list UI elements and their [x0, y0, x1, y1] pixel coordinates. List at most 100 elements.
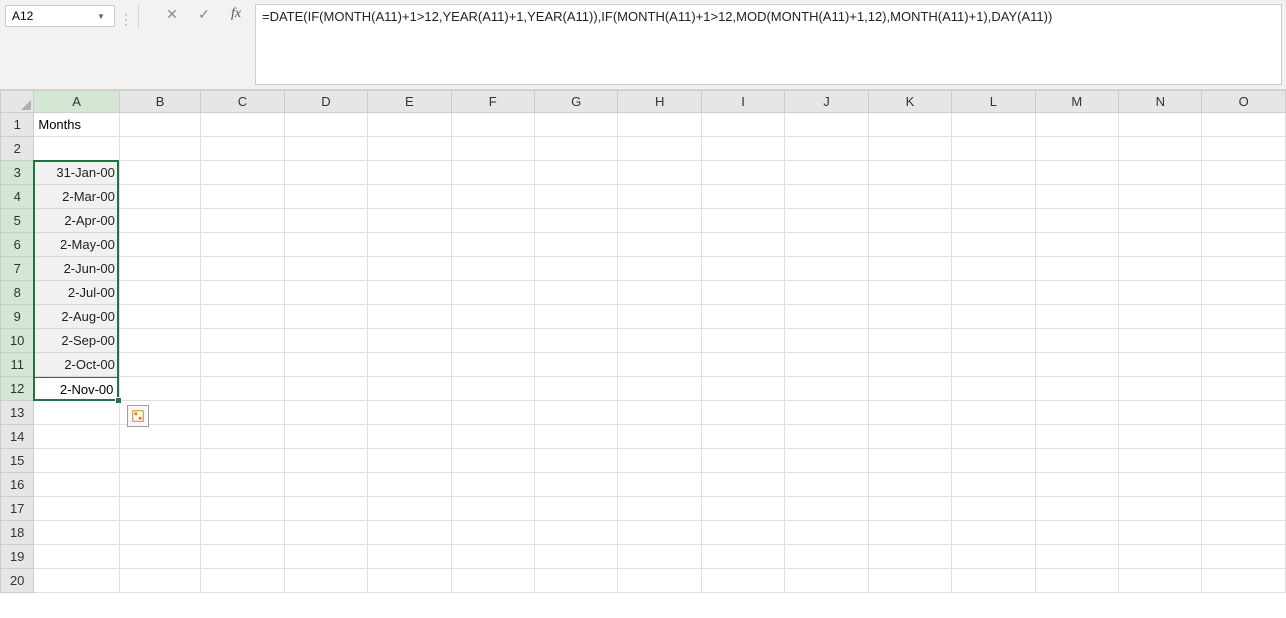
- cell-I3[interactable]: [701, 161, 784, 185]
- cell-B11[interactable]: [119, 353, 200, 377]
- cell-J5[interactable]: [785, 209, 868, 233]
- cell-K9[interactable]: [868, 305, 951, 329]
- cell-G1[interactable]: [534, 113, 617, 137]
- cell-L13[interactable]: [952, 401, 1035, 425]
- cell-O7[interactable]: [1202, 257, 1286, 281]
- cell-E12[interactable]: [368, 377, 451, 401]
- cell-D11[interactable]: [284, 353, 367, 377]
- cell-O12[interactable]: [1202, 377, 1286, 401]
- cell-L15[interactable]: [952, 449, 1035, 473]
- cell-A19[interactable]: [34, 545, 120, 569]
- cell-L17[interactable]: [952, 497, 1035, 521]
- cell-M17[interactable]: [1035, 497, 1118, 521]
- cell-J18[interactable]: [785, 521, 868, 545]
- cell-H14[interactable]: [618, 425, 701, 449]
- cell-F2[interactable]: [451, 137, 534, 161]
- cell-I20[interactable]: [701, 569, 784, 593]
- cell-E18[interactable]: [368, 521, 451, 545]
- cell-F20[interactable]: [451, 569, 534, 593]
- cell-L6[interactable]: [952, 233, 1035, 257]
- col-header-J[interactable]: J: [785, 91, 868, 113]
- cell-N2[interactable]: [1119, 137, 1202, 161]
- col-header-C[interactable]: C: [201, 91, 284, 113]
- cell-G12[interactable]: [534, 377, 617, 401]
- cell-E19[interactable]: [368, 545, 451, 569]
- col-header-G[interactable]: G: [534, 91, 617, 113]
- cell-K7[interactable]: [868, 257, 951, 281]
- cell-K2[interactable]: [868, 137, 951, 161]
- cell-C8[interactable]: [201, 281, 284, 305]
- cell-C13[interactable]: [201, 401, 284, 425]
- cell-I18[interactable]: [701, 521, 784, 545]
- row-header-11[interactable]: 11: [1, 353, 34, 377]
- cell-C20[interactable]: [201, 569, 284, 593]
- cell-N10[interactable]: [1119, 329, 1202, 353]
- row-header-17[interactable]: 17: [1, 497, 34, 521]
- row-header-1[interactable]: 1: [1, 113, 34, 137]
- cell-L4[interactable]: [952, 185, 1035, 209]
- row-header-6[interactable]: 6: [1, 233, 34, 257]
- cell-G15[interactable]: [534, 449, 617, 473]
- cell-F11[interactable]: [451, 353, 534, 377]
- cell-M12[interactable]: [1035, 377, 1118, 401]
- cell-F6[interactable]: [451, 233, 534, 257]
- cell-M3[interactable]: [1035, 161, 1118, 185]
- cell-E3[interactable]: [368, 161, 451, 185]
- cell-G14[interactable]: [534, 425, 617, 449]
- cell-A8[interactable]: 2-Jul-00: [34, 281, 120, 305]
- cell-J4[interactable]: [785, 185, 868, 209]
- cell-D4[interactable]: [284, 185, 367, 209]
- cell-F5[interactable]: [451, 209, 534, 233]
- cell-L11[interactable]: [952, 353, 1035, 377]
- cell-E17[interactable]: [368, 497, 451, 521]
- cell-K19[interactable]: [868, 545, 951, 569]
- cell-L20[interactable]: [952, 569, 1035, 593]
- cell-E15[interactable]: [368, 449, 451, 473]
- cell-K16[interactable]: [868, 473, 951, 497]
- name-box[interactable]: A12 ▼: [5, 5, 115, 27]
- cell-I12[interactable]: [701, 377, 784, 401]
- cell-H13[interactable]: [618, 401, 701, 425]
- cell-M14[interactable]: [1035, 425, 1118, 449]
- cell-D15[interactable]: [284, 449, 367, 473]
- cell-H8[interactable]: [618, 281, 701, 305]
- row-header-8[interactable]: 8: [1, 281, 34, 305]
- cell-C7[interactable]: [201, 257, 284, 281]
- cell-A13[interactable]: [34, 401, 120, 425]
- cell-D20[interactable]: [284, 569, 367, 593]
- cell-B8[interactable]: [119, 281, 200, 305]
- cell-G6[interactable]: [534, 233, 617, 257]
- cell-J9[interactable]: [785, 305, 868, 329]
- col-header-H[interactable]: H: [618, 91, 701, 113]
- cell-B7[interactable]: [119, 257, 200, 281]
- cell-A11[interactable]: 2-Oct-00: [34, 353, 120, 377]
- cell-E9[interactable]: [368, 305, 451, 329]
- cell-L19[interactable]: [952, 545, 1035, 569]
- row-header-19[interactable]: 19: [1, 545, 34, 569]
- cell-F16[interactable]: [451, 473, 534, 497]
- cell-E16[interactable]: [368, 473, 451, 497]
- row-header-3[interactable]: 3: [1, 161, 34, 185]
- cell-F7[interactable]: [451, 257, 534, 281]
- cell-G3[interactable]: [534, 161, 617, 185]
- cell-B19[interactable]: [119, 545, 200, 569]
- enter-icon[interactable]: ✓: [195, 6, 213, 23]
- cell-I13[interactable]: [701, 401, 784, 425]
- row-header-15[interactable]: 15: [1, 449, 34, 473]
- cell-A1[interactable]: Months: [34, 113, 120, 137]
- cell-K8[interactable]: [868, 281, 951, 305]
- cell-N12[interactable]: [1119, 377, 1202, 401]
- cell-J2[interactable]: [785, 137, 868, 161]
- cell-O17[interactable]: [1202, 497, 1286, 521]
- cell-A12[interactable]: 2-Nov-00: [34, 377, 120, 401]
- row-header-13[interactable]: 13: [1, 401, 34, 425]
- cell-M8[interactable]: [1035, 281, 1118, 305]
- cell-E8[interactable]: [368, 281, 451, 305]
- cell-A6[interactable]: 2-May-00: [34, 233, 120, 257]
- cell-O20[interactable]: [1202, 569, 1286, 593]
- cell-B20[interactable]: [119, 569, 200, 593]
- cell-C4[interactable]: [201, 185, 284, 209]
- cell-D12[interactable]: [284, 377, 367, 401]
- cell-F8[interactable]: [451, 281, 534, 305]
- cell-F18[interactable]: [451, 521, 534, 545]
